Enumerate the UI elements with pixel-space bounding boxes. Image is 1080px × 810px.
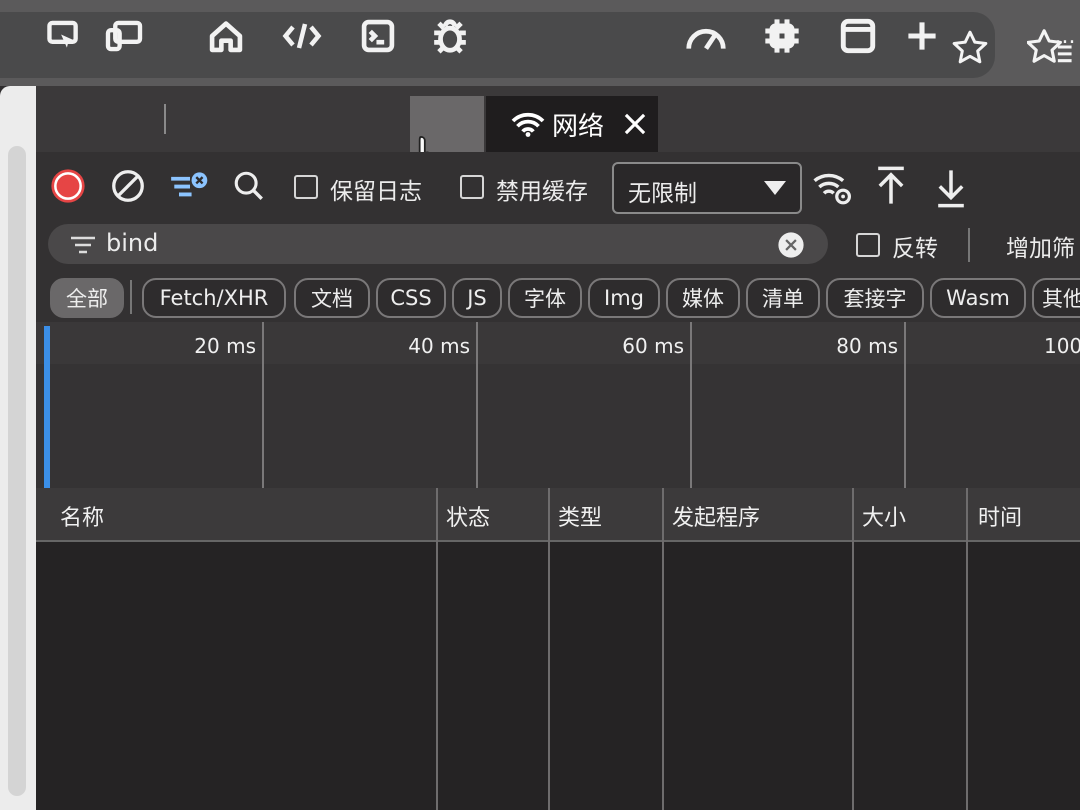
timeline-tick-label: 80 ms	[836, 334, 898, 358]
filter-icon	[68, 234, 98, 256]
filter-value: bind	[106, 229, 159, 257]
chip-js[interactable]: JS	[452, 278, 502, 318]
inspect-icon[interactable]	[44, 18, 84, 54]
chip-img[interactable]: Img	[588, 278, 660, 318]
elements-code-icon[interactable]	[280, 18, 324, 54]
clear-filter-icon[interactable]	[776, 230, 806, 260]
timeline-selection-handle[interactable]	[44, 326, 50, 488]
chip-fetch-xhr[interactable]: Fetch/XHR	[142, 278, 286, 318]
timeline-gridline	[476, 322, 478, 488]
star-outline-icon[interactable]	[948, 26, 992, 70]
chip-doc[interactable]: 文档	[294, 278, 370, 318]
column-header-time[interactable]: 时间	[978, 500, 1022, 532]
page-scrollbar[interactable]	[0, 86, 36, 810]
filter-divider	[968, 228, 970, 262]
timeline-tick-label: 20 ms	[194, 334, 256, 358]
console-icon[interactable]	[356, 18, 400, 54]
chip-websocket[interactable]: 套接字	[826, 278, 924, 318]
more-filters-label[interactable]: 增加筛	[1006, 229, 1075, 263]
chip-wasm[interactable]: Wasm	[930, 278, 1026, 318]
application-window-icon[interactable]	[836, 18, 880, 54]
disable-cache-label: 禁用缓存	[496, 179, 588, 205]
tab-network-label: 网络	[552, 111, 605, 142]
record-stop-icon[interactable]	[48, 166, 88, 206]
tab-network[interactable]: 网络	[486, 96, 658, 155]
column-header-initiator[interactable]: 发起程序	[672, 500, 760, 532]
device-emulation-icon[interactable]	[102, 18, 146, 54]
column-divider[interactable]	[852, 488, 854, 810]
more-icon[interactable]: ...	[1050, 18, 1080, 54]
timeline-gridline	[904, 322, 906, 488]
chip-manifest[interactable]: 清单	[746, 278, 820, 318]
preserve-log-checkbox[interactable]	[294, 175, 318, 199]
performance-gauge-icon[interactable]	[682, 18, 730, 54]
column-divider[interactable]	[548, 488, 550, 810]
chip-all[interactable]: 全部	[50, 278, 124, 318]
chip-divider	[130, 280, 132, 314]
timeline-tick-label: 60 ms	[622, 334, 684, 358]
wifi-icon	[510, 110, 546, 138]
column-header-name[interactable]: 名称	[60, 500, 104, 532]
timeline-gridline	[262, 322, 264, 488]
preserve-log-label: 保留日志	[330, 179, 422, 205]
column-header-status[interactable]: 状态	[446, 500, 490, 532]
clear-icon[interactable]	[108, 166, 148, 206]
export-har-icon[interactable]	[932, 166, 970, 210]
throttling-value: 无限制	[628, 181, 697, 207]
column-divider[interactable]	[966, 488, 968, 810]
timeline-gridline	[690, 322, 692, 488]
throttling-select[interactable]: 无限制	[612, 162, 802, 214]
network-conditions-icon[interactable]	[810, 166, 854, 208]
timeline-tick-label: 100	[1044, 334, 1080, 358]
column-divider[interactable]	[436, 488, 438, 810]
invert-label: 反转	[892, 236, 938, 262]
filter-input[interactable]: bind	[48, 224, 828, 264]
column-header-size[interactable]: 大小	[862, 500, 906, 532]
chip-font[interactable]: 字体	[508, 278, 582, 318]
timeline-tick-label: 40 ms	[408, 334, 470, 358]
close-icon[interactable]	[622, 111, 648, 137]
tab-divider	[164, 104, 166, 134]
disable-cache-checkbox[interactable]	[460, 175, 484, 199]
chip-css[interactable]: CSS	[376, 278, 446, 318]
column-divider[interactable]	[662, 488, 664, 810]
debug-bug-icon[interactable]	[428, 18, 472, 54]
import-har-icon[interactable]	[872, 164, 910, 208]
invert-checkbox[interactable]	[856, 233, 880, 257]
search-icon[interactable]	[230, 168, 268, 204]
add-tool-icon[interactable]	[902, 18, 942, 54]
home-icon[interactable]	[204, 18, 248, 54]
chip-media[interactable]: 媒体	[666, 278, 740, 318]
filter-clear-icon[interactable]	[168, 164, 212, 206]
memory-chip-icon[interactable]	[758, 18, 806, 54]
column-header-type[interactable]: 类型	[558, 500, 602, 532]
chevron-down-icon	[762, 178, 788, 198]
chip-other[interactable]: 其他	[1032, 278, 1080, 318]
